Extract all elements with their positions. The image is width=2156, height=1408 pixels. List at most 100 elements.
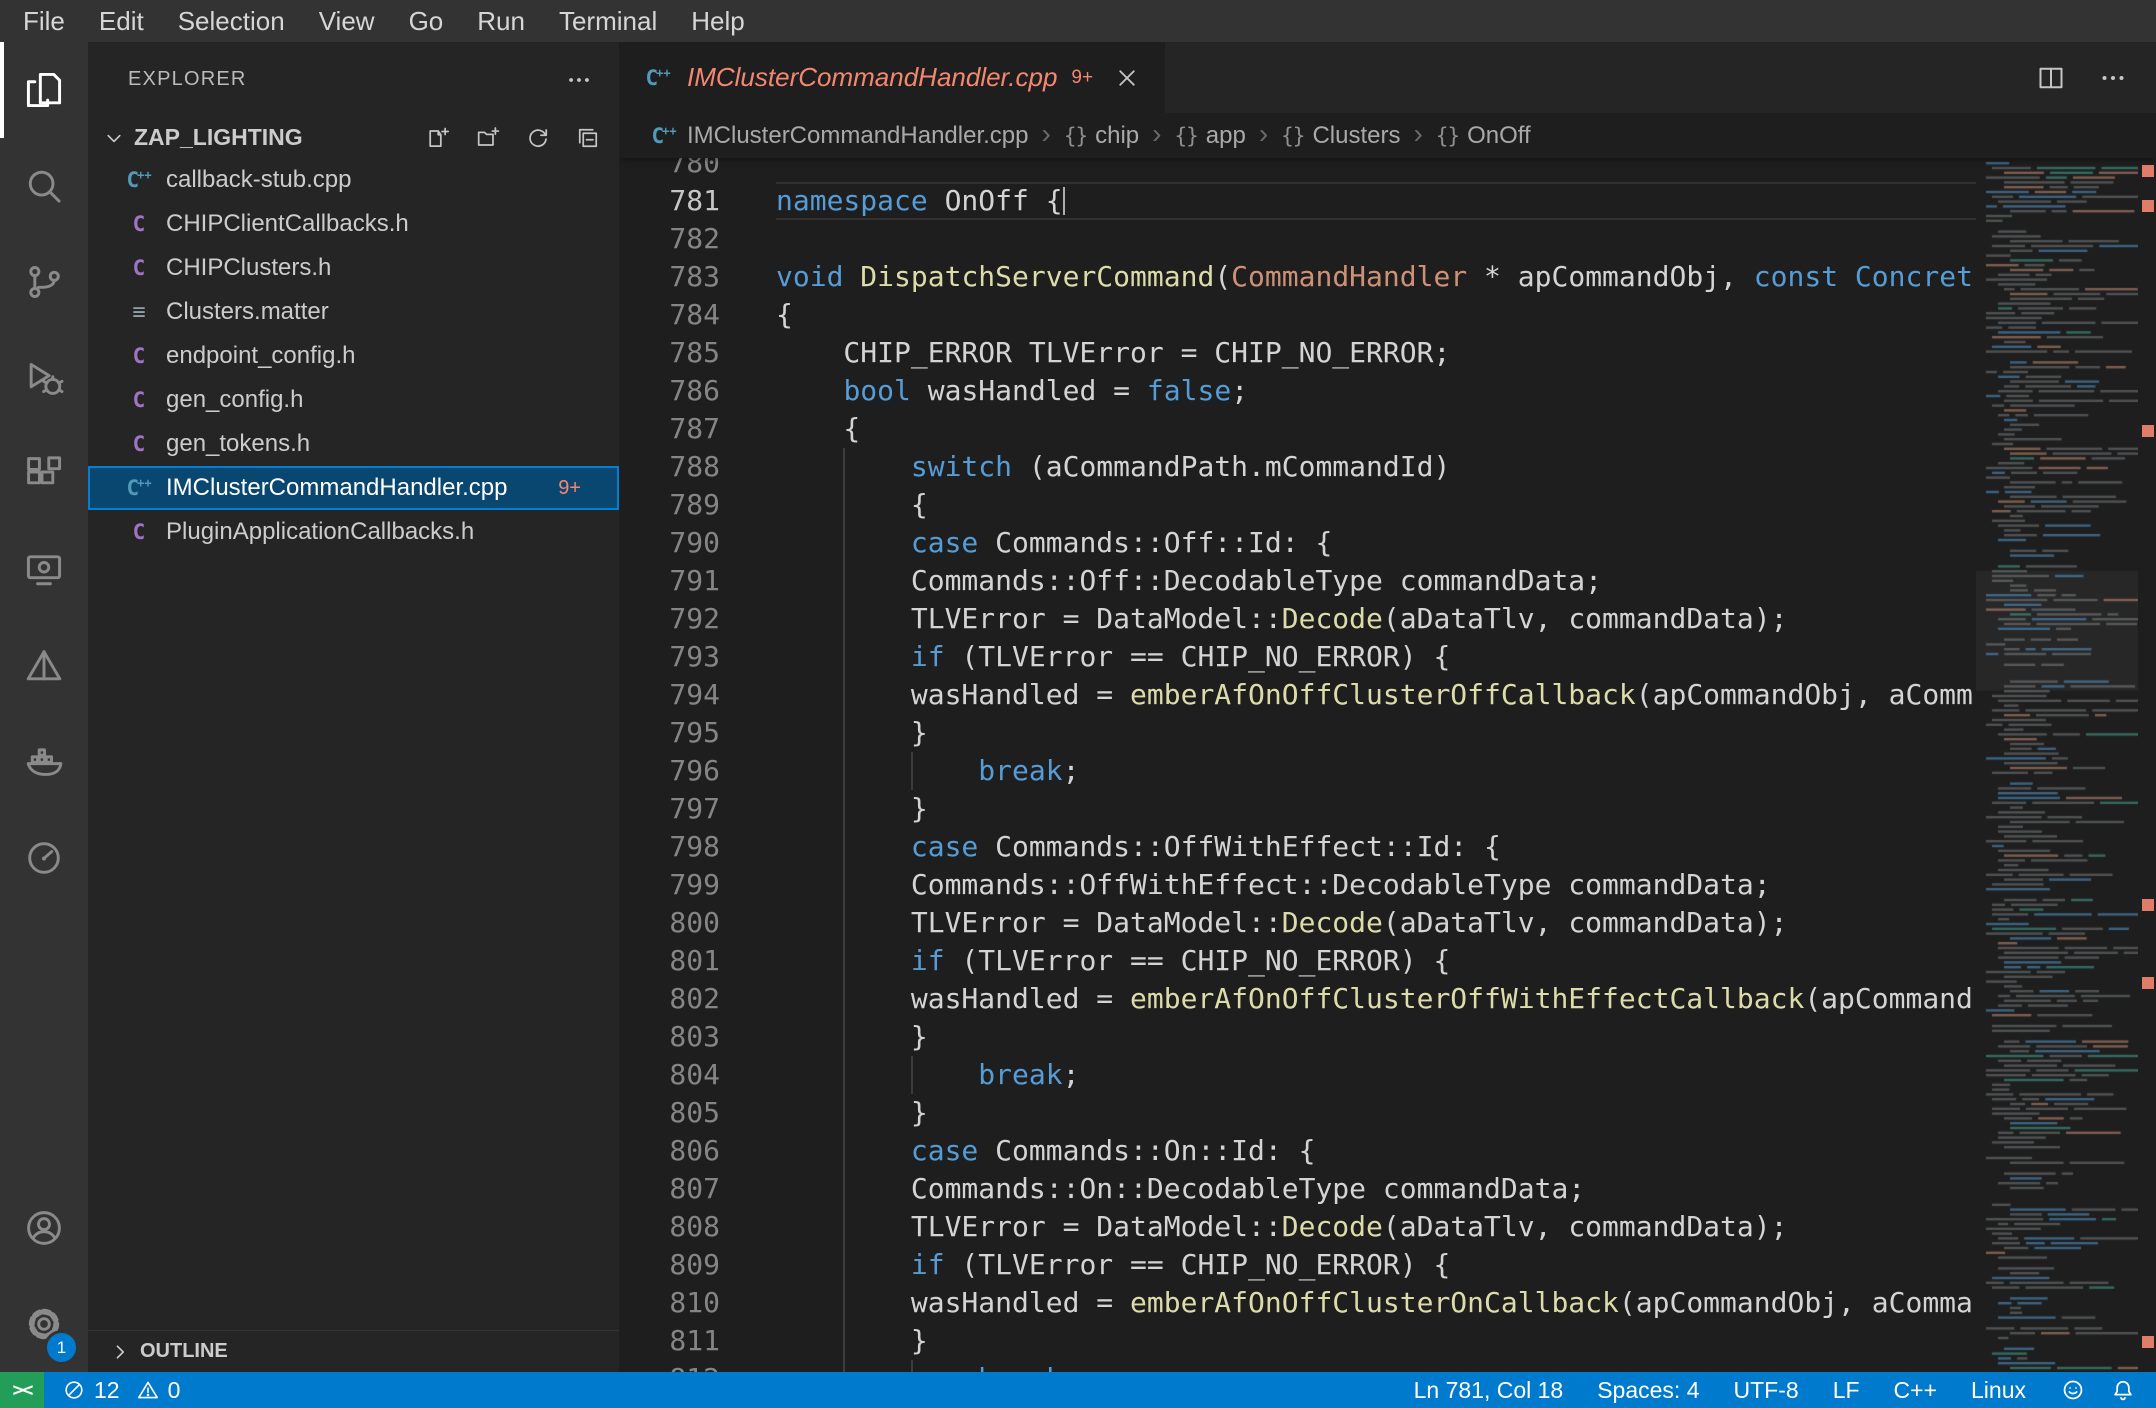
code-line-811[interactable]: 811 } [619, 1322, 1976, 1360]
code-line-804[interactable]: 804 break; [619, 1056, 1976, 1094]
indent-guide [843, 448, 846, 486]
activity-triangle-icon[interactable] [0, 618, 88, 714]
code-line-790[interactable]: 790 case Commands::Off::Id: { [619, 524, 1976, 562]
menu-file[interactable]: File [6, 0, 82, 42]
code-line-784[interactable]: 784{ [619, 296, 1976, 334]
indent-guide [843, 1132, 846, 1170]
code-line-787[interactable]: 787 { [619, 410, 1976, 448]
code-line-810[interactable]: 810 wasHandled = emberAfOnOffClusterOnCa… [619, 1284, 1976, 1322]
eol[interactable]: LF [1833, 1377, 1860, 1404]
chevron-right-icon [108, 1340, 132, 1364]
file-callback-stub.cpp[interactable]: C ++ callback-stub.cpp [88, 158, 619, 202]
indentation[interactable]: Spaces: 4 [1597, 1377, 1699, 1404]
code-line-786[interactable]: 786 bool wasHandled = false; [619, 372, 1976, 410]
file-IMClusterCommandHandler.cpp[interactable]: C ++ IMClusterCommandHandler.cpp 9+ [88, 466, 619, 510]
language-mode[interactable]: C++ [1894, 1377, 1937, 1404]
activity-source-control-icon[interactable] [0, 234, 88, 330]
settings-badge: 1 [47, 1333, 76, 1362]
menu-edit[interactable]: Edit [82, 0, 161, 42]
line-number: 784 [669, 298, 720, 331]
activity-settings-gear-icon[interactable]: 1 [0, 1276, 88, 1372]
file-label: gen_tokens.h [166, 430, 311, 457]
activity-account-icon[interactable] [0, 1180, 88, 1276]
code-line-798[interactable]: 798 case Commands::OffWithEffect::Id: { [619, 828, 1976, 866]
code-line-806[interactable]: 806 case Commands::On::Id: { [619, 1132, 1976, 1170]
code-line-782[interactable]: 782 [619, 220, 1976, 258]
file-CHIPClusters.h[interactable]: C CHIPClusters.h [88, 246, 619, 290]
line-number: 800 [669, 906, 720, 939]
breadcrumb-IMClusterCommandHandler.cpp[interactable]: C ++ IMClusterCommandHandler.cpp [649, 121, 1028, 151]
code-line-791[interactable]: 791 Commands::Off::DecodableType command… [619, 562, 1976, 600]
code-line-794[interactable]: 794 wasHandled = emberAfOnOffClusterOffC… [619, 676, 1976, 714]
menu-terminal[interactable]: Terminal [542, 0, 674, 42]
code-line-793[interactable]: 793 if (TLVError == CHIP_NO_ERROR) { [619, 638, 1976, 676]
bell-icon[interactable] [2110, 1377, 2136, 1403]
activity-gauge-icon[interactable] [0, 810, 88, 906]
code-line-800[interactable]: 800 TLVError = DataModel::Decode(aDataTl… [619, 904, 1976, 942]
warning-count: 0 [167, 1376, 181, 1403]
refresh-icon[interactable] [525, 125, 551, 151]
error-mark [2142, 165, 2154, 178]
remote-indicator[interactable]: >< [0, 1372, 44, 1408]
editor-tab[interactable]: C ++ IMClusterCommandHandler.cpp 9+ [619, 42, 1168, 113]
breadcrumb-Clusters[interactable]: {} Clusters [1281, 122, 1400, 150]
code-line-802[interactable]: 802 wasHandled = emberAfOnOffClusterOffW… [619, 980, 1976, 1018]
activity-run-debug-icon[interactable] [0, 330, 88, 426]
folder-section-header[interactable]: ZAP_LIGHTING [88, 117, 619, 158]
code-line-792[interactable]: 792 TLVError = DataModel::Decode(aDataTl… [619, 600, 1976, 638]
file-endpoint_config.h[interactable]: Cendpoint_config.h [88, 334, 619, 378]
activity-files-icon[interactable] [0, 42, 88, 138]
menu-go[interactable]: Go [392, 0, 461, 42]
remote-os[interactable]: Linux [1971, 1377, 2026, 1404]
code-line-785[interactable]: 785 CHIP_ERROR TLVError = CHIP_NO_ERROR; [619, 334, 1976, 372]
code-line-781[interactable]: 781 namespace OnOff { [619, 182, 1976, 220]
activity-docker-icon[interactable] [0, 714, 88, 810]
more-actions-icon[interactable] [2098, 63, 2128, 93]
code-line-805[interactable]: 805 } [619, 1094, 1976, 1132]
activity-search-icon[interactable] [0, 138, 88, 234]
collapse-all-icon[interactable] [575, 125, 601, 151]
code-line-796[interactable]: 796 break; [619, 752, 1976, 790]
overview-ruler[interactable] [2138, 158, 2156, 1372]
code-line-795[interactable]: 795 } [619, 714, 1976, 752]
code-line-799[interactable]: 799 Commands::OffWithEffect::DecodableTy… [619, 866, 1976, 904]
breadcrumb-OnOff[interactable]: {} OnOff [1436, 122, 1531, 150]
code-line-809[interactable]: 809 if (TLVError == CHIP_NO_ERROR) { [619, 1246, 1976, 1284]
menu-run[interactable]: Run [460, 0, 542, 42]
file-Clusters.matter[interactable]: ≡ Clusters.matter [88, 290, 619, 334]
activity-monitor-icon[interactable] [0, 522, 88, 618]
menu-help[interactable]: Help [674, 0, 761, 42]
close-icon[interactable] [1113, 64, 1141, 92]
code-line-797[interactable]: 797 } [619, 790, 1976, 828]
problems-status[interactable]: 12 0 [44, 1377, 198, 1404]
code-line-783[interactable]: 783 void DispatchServerCommand(CommandHan… [619, 258, 1976, 296]
code-line-789[interactable]: 789 { [619, 486, 1976, 524]
feedback-icon[interactable] [2060, 1377, 2086, 1403]
code-line-801[interactable]: 801 if (TLVError == CHIP_NO_ERROR) { [619, 942, 1976, 980]
menu-view[interactable]: View [302, 0, 392, 42]
code-line-812[interactable]: 812 break; [619, 1360, 1976, 1372]
file-gen_config.h[interactable]: Cgen_config.h [88, 378, 619, 422]
code-line-803[interactable]: 803 } [619, 1018, 1976, 1056]
cursor-position[interactable]: Ln 781, Col 18 [1414, 1377, 1564, 1404]
code-line-788[interactable]: 788 switch (aCommandPath.mCommandId) [619, 448, 1976, 486]
menu-selection[interactable]: Selection [161, 0, 302, 42]
file-CHIPClientCallbacks.h[interactable]: C CHIPClientCallbacks.h [88, 202, 619, 246]
file-gen_tokens.h[interactable]: Cgen_tokens.h [88, 422, 619, 466]
minimap[interactable] [1976, 158, 2138, 1372]
split-editor-icon[interactable] [2036, 63, 2066, 93]
ellipsis-icon[interactable] [565, 66, 593, 94]
file-PluginApplicationCallbacks.h[interactable]: C PluginApplicationCallbacks.h [88, 510, 619, 554]
breadcrumb-separator-icon: › [1258, 117, 1269, 149]
code-line-808[interactable]: 808 TLVError = DataModel::Decode(aDataTl… [619, 1208, 1976, 1246]
error-mark [2142, 898, 2154, 911]
breadcrumb-chip[interactable]: {} chip [1064, 122, 1139, 150]
code-line-807[interactable]: 807 Commands::On::DecodableType commandD… [619, 1170, 1976, 1208]
breadcrumb-app[interactable]: {} app [1174, 122, 1245, 150]
activity-extensions-icon[interactable] [0, 426, 88, 522]
outline-section-header[interactable]: OUTLINE [88, 1330, 619, 1372]
new-file-icon[interactable] [425, 125, 451, 151]
new-folder-icon[interactable] [475, 125, 501, 151]
encoding[interactable]: UTF-8 [1734, 1377, 1799, 1404]
code-line-780[interactable]: 780 [619, 158, 1976, 182]
